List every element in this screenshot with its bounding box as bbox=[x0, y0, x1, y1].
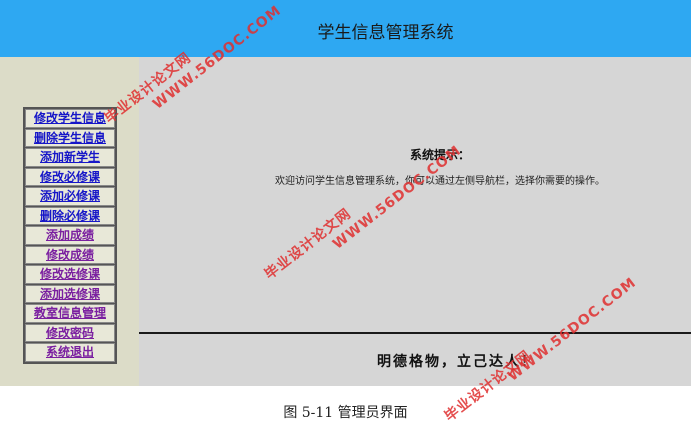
sidebar-item-change-password[interactable]: 修改密码 bbox=[25, 323, 115, 342]
sidebar-item-edit-required-course[interactable]: 修改必修课 bbox=[25, 167, 115, 186]
sidebar-item-edit-score[interactable]: 修改成绩 bbox=[25, 245, 115, 264]
main-panel: 系统提示： 欢迎访问学生信息管理系统，你可以通过左侧导航栏，选择你需要的操作。 … bbox=[139, 57, 691, 386]
app-title: 学生信息管理系统 bbox=[317, 23, 454, 43]
sidebar-item-logout[interactable]: 系统退出 bbox=[25, 343, 115, 362]
sidebar-item-delete-student[interactable]: 删除学生信息 bbox=[25, 128, 115, 147]
sidebar-item-add-elective[interactable]: 添加选修课 bbox=[25, 284, 115, 303]
sidebar-menu: 修改学生信息 删除学生信息 添加新学生 修改必修课 添加必修课 删除必修课 添加… bbox=[23, 107, 117, 364]
sidebar-item-add-required-course[interactable]: 添加必修课 bbox=[25, 187, 115, 206]
divider bbox=[139, 332, 691, 334]
sidebar-item-edit-elective[interactable]: 修改选修课 bbox=[25, 265, 115, 284]
header-bar: 学生信息管理系统 bbox=[0, 0, 691, 57]
sidebar-item-delete-required-course[interactable]: 删除必修课 bbox=[25, 206, 115, 225]
tip-title: 系统提示： bbox=[409, 148, 470, 162]
figure-caption: 图 5-11 管理员界面 bbox=[283, 405, 408, 421]
sidebar-item-add-score[interactable]: 添加成绩 bbox=[25, 226, 115, 245]
sidebar-item-add-student[interactable]: 添加新学生 bbox=[25, 148, 115, 167]
sidebar-item-classroom[interactable]: 教室信息管理 bbox=[25, 304, 115, 323]
